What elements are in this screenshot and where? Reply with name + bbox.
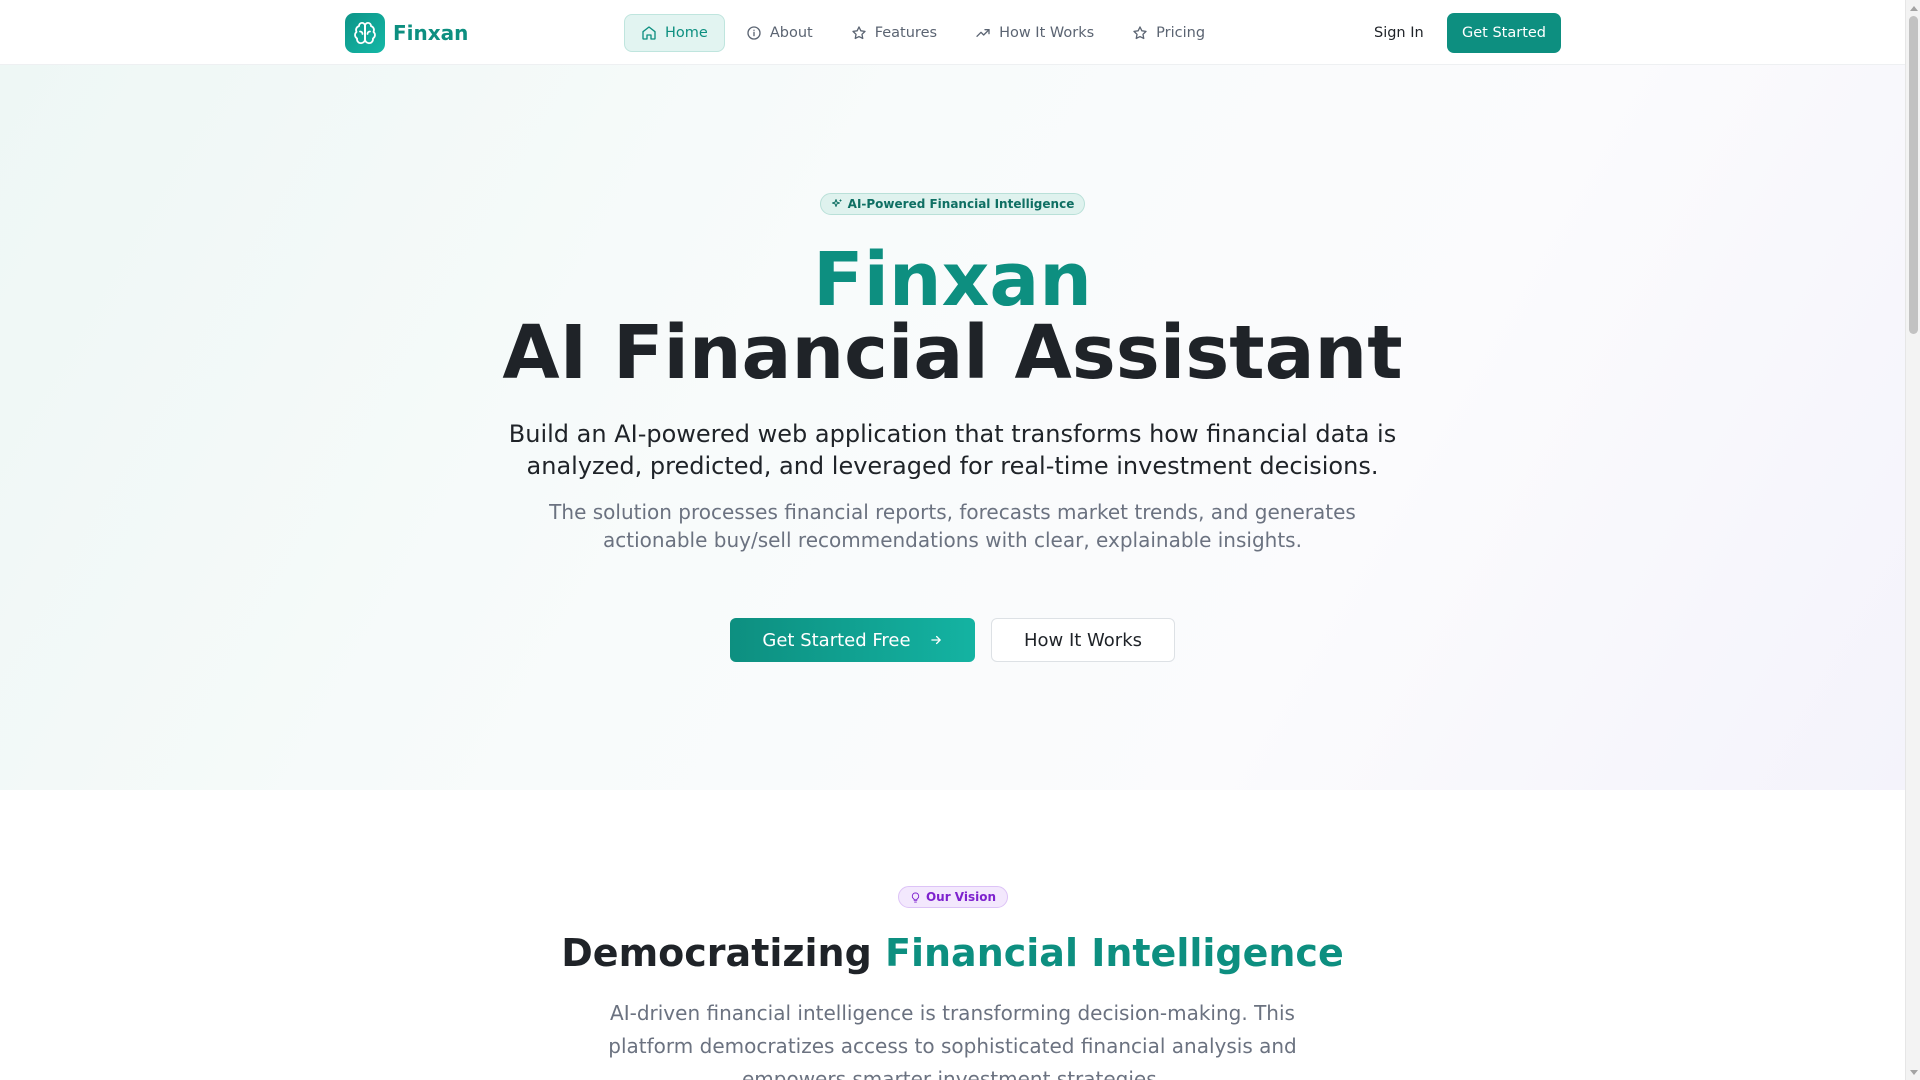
hero-title: AI Financial Assistant: [502, 310, 1403, 396]
arrow-right-icon: [930, 635, 941, 645]
scroll-down-icon[interactable]: [1906, 1065, 1920, 1080]
get-started-free-button[interactable]: Get Started Free: [730, 618, 975, 662]
nav-item-how-it-works[interactable]: How It Works: [958, 14, 1111, 52]
how-it-works-button[interactable]: How It Works: [991, 618, 1175, 662]
vision-title-accent: Financial Intelligence: [885, 931, 1344, 975]
nav-item-label: Features: [874, 25, 938, 41]
hero-description: The solution processes financial reports…: [549, 500, 1356, 552]
vision-title: Democratizing Financial Intelligence: [0, 928, 1905, 978]
nav-item-label: Pricing: [1156, 25, 1206, 41]
get-started-free-label: Get Started Free: [762, 629, 911, 651]
brand[interactable]: Finxan: [345, 13, 468, 53]
hero-section: AI-Powered Financial Intelligence Finxan…: [0, 65, 1905, 790]
brain-icon: [345, 13, 385, 53]
scroll-up-icon[interactable]: [1906, 0, 1920, 15]
hero-title-accent: Finxan: [813, 237, 1092, 323]
vision-title-prefix: Democratizing: [561, 931, 872, 975]
vision-badge: Our Vision: [898, 886, 1008, 908]
vision-text: AI-driven financial intelligence is tran…: [608, 1001, 1297, 1080]
ai-badge: AI-Powered Financial Intelligence: [820, 193, 1085, 215]
star-icon: [852, 26, 866, 40]
page-scrollbar[interactable]: [1905, 0, 1920, 1080]
vision-badge-label: Our Vision: [925, 890, 997, 904]
hero-subtitle: Build an AI-powered web application that…: [508, 420, 1397, 480]
nav-item-pricing[interactable]: Pricing: [1115, 14, 1222, 52]
nav-item-home[interactable]: Home: [624, 14, 725, 52]
trending-up-icon: [976, 28, 990, 37]
info-icon: [747, 26, 761, 40]
get-started-button[interactable]: Get Started: [1447, 13, 1561, 53]
nav-item-label: About: [769, 25, 813, 41]
nav-item-about[interactable]: About: [729, 14, 830, 52]
nav-item-features[interactable]: Features: [834, 14, 954, 52]
sign-in-button[interactable]: Sign In: [1362, 14, 1436, 52]
nav-item-label: Home: [665, 25, 708, 41]
star-icon: [1133, 26, 1147, 40]
home-icon: [642, 26, 656, 40]
main-nav: Home About Features How It Works Pricing: [624, 14, 1226, 52]
lightbulb-icon: [911, 891, 920, 903]
ai-badge-label: AI-Powered Financial Intelligence: [847, 197, 1075, 211]
top-navbar: Finxan Home About Features How It Works …: [0, 0, 1905, 65]
nav-item-label: How It Works: [999, 25, 1095, 41]
brand-name: Finxan: [393, 21, 469, 45]
scrollbar-thumb[interactable]: [1909, 16, 1918, 334]
sparkles-icon: [831, 199, 842, 207]
vision-section: Our Vision Democratizing Financial Intel…: [0, 790, 1905, 1080]
